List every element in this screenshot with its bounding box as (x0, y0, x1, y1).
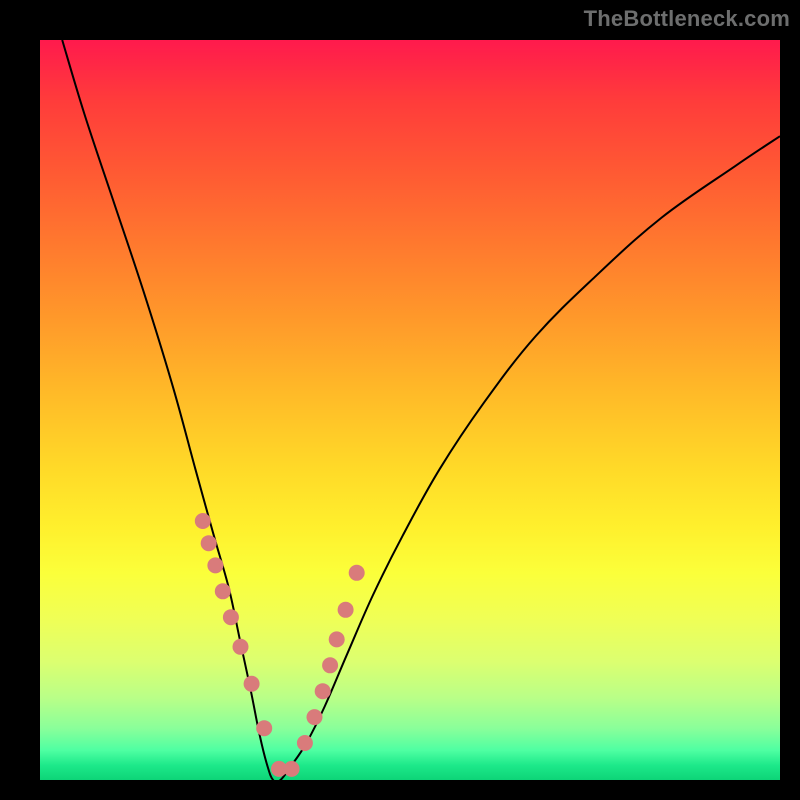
marker-dot (338, 602, 354, 618)
marker-dot (329, 631, 345, 647)
chart-svg (40, 40, 780, 780)
marker-dot (195, 513, 211, 529)
watermark-text: TheBottleneck.com (584, 6, 790, 32)
marker-dot (233, 639, 249, 655)
marker-dot (297, 735, 313, 751)
marker-dot (349, 565, 365, 581)
chart-frame: TheBottleneck.com (0, 0, 800, 800)
marker-dot (223, 609, 239, 625)
marker-dot (207, 557, 223, 573)
plot-area (40, 40, 780, 780)
bottleneck-curve (62, 40, 780, 782)
marker-dot (215, 583, 231, 599)
marker-dot (244, 676, 260, 692)
marker-dot (315, 683, 331, 699)
marker-dot (307, 709, 323, 725)
marker-dot (322, 657, 338, 673)
marker-dot (201, 535, 217, 551)
marker-dot (256, 720, 272, 736)
marker-dot (284, 761, 300, 777)
marker-group (195, 513, 365, 777)
